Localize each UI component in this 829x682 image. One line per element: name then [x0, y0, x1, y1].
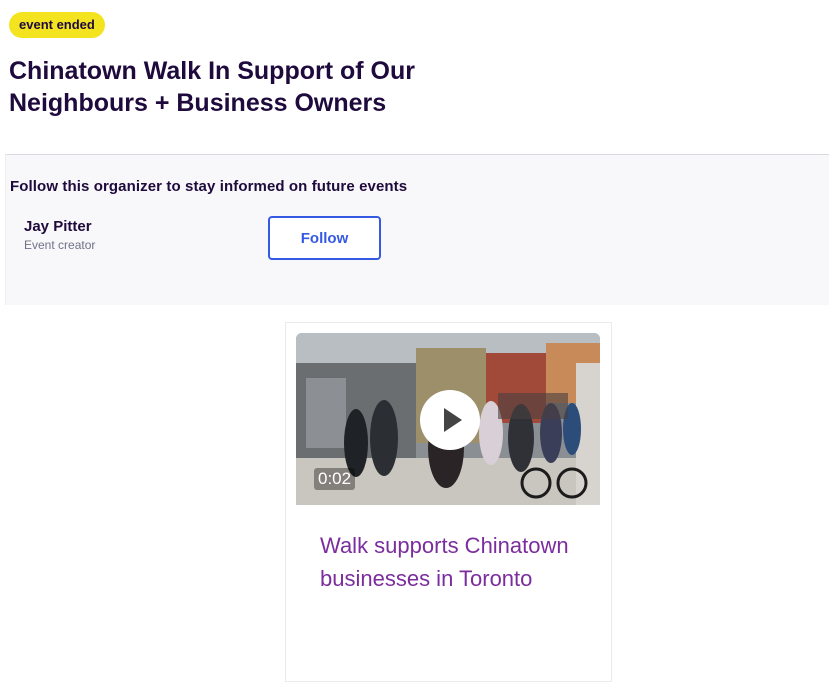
organizer-section: Follow this organizer to stay informed o…	[5, 154, 829, 305]
organizer-role: Event creator	[24, 238, 96, 252]
event-title: Chinatown Walk In Support of Our Neighbo…	[9, 57, 415, 117]
play-button[interactable]	[420, 390, 480, 450]
play-icon	[444, 408, 462, 432]
follow-button[interactable]: Follow	[268, 216, 381, 260]
status-badge: event ended	[9, 12, 105, 38]
video-title-link[interactable]: Walk supports Chinatown businesses in To…	[320, 529, 580, 595]
video-thumbnail[interactable]: 0:02	[296, 333, 600, 505]
event-header: event ended Chinatown Walk In Support of…	[0, 0, 829, 155]
video-card: 0:02 Walk supports Chinatown businesses …	[285, 322, 612, 682]
organizer-follow-prompt: Follow this organizer to stay informed o…	[10, 178, 408, 195]
video-duration: 0:02	[314, 468, 356, 490]
organizer-name: Jay Pitter	[24, 218, 92, 235]
